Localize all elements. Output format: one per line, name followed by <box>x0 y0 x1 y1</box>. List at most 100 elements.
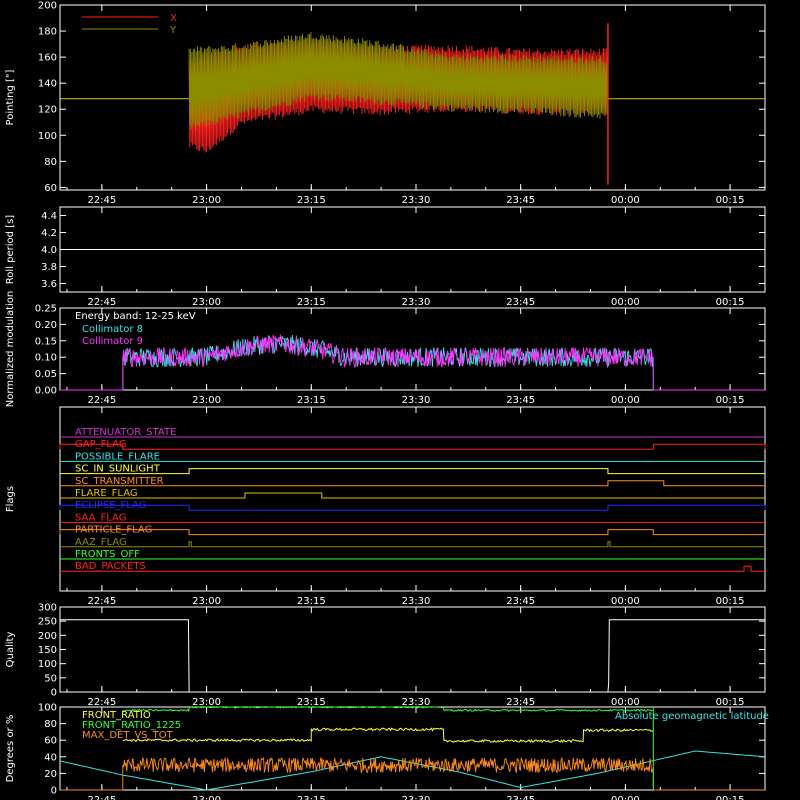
y-tick-label: 100 <box>38 659 57 670</box>
x-tick-label: 23:45 <box>506 395 535 406</box>
flag-label-bad-packets: BAD_PACKETS <box>75 561 146 572</box>
y-tick-label: 0.15 <box>35 336 57 347</box>
x-tick-label: 22:45 <box>87 596 116 607</box>
pointing-panel: 22:45 23:00 23:15 23:30 23:45 00:00 00:15 60 80 1… <box>5 1 766 206</box>
geomag-latitude-series <box>59 750 766 791</box>
x-tick-label: 00:00 <box>611 596 640 607</box>
x-tick-label: 23:30 <box>402 795 431 800</box>
y-tick-label: 80 <box>44 157 57 168</box>
legend-label-collimator-9: Collimator 9 <box>82 336 143 347</box>
y-tick-label: 180 <box>38 27 57 38</box>
x-tick-label: 23:30 <box>402 596 431 607</box>
flag-label-saa-flag: SAA_FLAG <box>75 512 126 523</box>
y-tick-label: 200 <box>38 1 57 12</box>
flag-line-sc-transmitter <box>60 480 765 487</box>
y-tick-label: 100 <box>38 703 57 714</box>
x-tick-label: 00:00 <box>611 297 640 308</box>
y-tick-label: 120 <box>38 105 57 116</box>
y-tick-label: 0.05 <box>35 369 57 380</box>
x-tick-label: 23:15 <box>297 596 326 607</box>
flag-line-sc-in-sunlight <box>60 468 765 475</box>
x-tick-label: 00:00 <box>611 195 640 206</box>
y-tick-label: 150 <box>38 645 57 656</box>
legend-label-max-det-vs-tot: MAX_DET_VS_TOT <box>82 730 174 741</box>
roll-panel: 22:45 23:00 23:15 23:30 23:45 00:00 00:15 3.6 3.… <box>5 206 766 308</box>
flag-label-particle-flag: PARTICLE_FLAG <box>75 525 152 536</box>
flag-line-aaz-flag <box>60 541 765 548</box>
y-tick-label: 140 <box>38 79 57 90</box>
x-tick-label: 00:15 <box>716 395 745 406</box>
energy-band-annotation: Energy band: 12-25 keV <box>75 311 196 322</box>
x-tick-label: 23:45 <box>506 697 535 708</box>
legend-label-y: Y <box>169 25 177 36</box>
flag-line-bad-packets <box>60 565 765 572</box>
flag-line-flare-flag <box>60 492 765 499</box>
front-ratio-series <box>122 727 654 744</box>
x-tick-label: 00:00 <box>611 697 640 708</box>
y-axis-label: Pointing ["] <box>5 69 16 125</box>
x-tick-label: 23:45 <box>506 596 535 607</box>
x-tick-label: 00:15 <box>716 195 745 206</box>
x-tick-label: 23:30 <box>402 297 431 308</box>
x-tick-label: 22:45 <box>87 795 116 800</box>
flag-line-eclipse-flag <box>59 504 766 511</box>
y-tick-label: 50 <box>44 673 57 684</box>
collimator-8-series <box>60 335 765 391</box>
legend-label-x: X <box>170 13 177 24</box>
geomag-latitude-label: Absolute geomagnetic latitude <box>615 711 769 722</box>
y-tick-label: 4.4 <box>41 211 57 222</box>
y-tick-label: 160 <box>38 53 57 64</box>
y-tick-label: 100 <box>38 131 57 142</box>
x-tick-label: 23:45 <box>506 795 535 800</box>
y-tick-label: 4.2 <box>41 228 57 239</box>
y-tick-label: 0.10 <box>35 353 57 364</box>
y-tick-label: 0 <box>51 786 57 797</box>
y-tick-label: 60 <box>44 736 57 747</box>
y-tick-label: 0.00 <box>35 386 57 397</box>
y-tick-label: 300 <box>38 603 57 614</box>
legend-label-collimator-8: Collimator 8 <box>82 324 143 335</box>
x-tick-label: 23:15 <box>297 795 326 800</box>
x-tick-label: 00:15 <box>716 297 745 308</box>
y-axis-label: Roll period [s] <box>5 215 16 284</box>
flag-label-sc-in-sunlight: SC_IN_SUNLIGHT <box>75 464 161 475</box>
flag-line-gap-flag <box>59 443 766 450</box>
x-tick-label: 23:45 <box>506 297 535 308</box>
x-tick-label: 23:00 <box>192 596 221 607</box>
flag-label-attenuator-state: ATTENUATOR_STATE <box>75 427 176 438</box>
x-tick-label: 23:45 <box>506 195 535 206</box>
y-tick-label: 20 <box>44 769 57 780</box>
y-axis-label: Flags <box>5 486 16 512</box>
y-axis-label: Degrees or % <box>5 715 16 783</box>
flag-label-eclipse-flag: ECLIPSE_FLAG <box>75 500 146 511</box>
y-tick-label: 3.8 <box>41 262 57 273</box>
x-tick-label: 22:45 <box>87 697 116 708</box>
flag-label-gap-flag: GAP_FLAG <box>75 439 127 450</box>
y-tick-label: 4.0 <box>41 245 57 256</box>
x-tick-label: 00:00 <box>611 395 640 406</box>
y-axis-label: Normalized modulation <box>5 291 16 408</box>
x-tick-label: 00:15 <box>716 697 745 708</box>
x-tick-label: 23:00 <box>192 395 221 406</box>
flag-label-fronts-off: FRONTS_OFF <box>75 549 140 560</box>
modulation-panel: 22:45 23:00 23:15 23:30 23:45 00:00 00:15 0.00 0… <box>5 291 766 408</box>
y-tick-label: 0 <box>51 688 57 699</box>
flag-label-aaz-flag: AAZ_FLAG <box>75 537 127 548</box>
rhessi-quicklook-figure: 22:45 23:00 23:15 23:30 23:45 00:00 00:15 60 80 1… <box>5 1 769 800</box>
x-tick-label: 22:45 <box>87 195 116 206</box>
flags-panel: 22:45 23:00 23:15 23:30 23:45 00:00 00:15 Flags… <box>5 406 766 607</box>
x-tick-label: 23:30 <box>402 697 431 708</box>
x-tick-label: 23:30 <box>402 195 431 206</box>
flag-label-flare-flag: FLARE_FLAG <box>75 488 138 499</box>
x-tick-label: 22:45 <box>87 395 116 406</box>
flag-label-possible-flare: POSSIBLE_FLARE <box>75 451 160 462</box>
x-tick-label: 00:00 <box>611 795 640 800</box>
quality-panel: 22:45 23:00 23:15 23:30 23:45 00:00 00:15 0 50 10… <box>5 603 766 708</box>
x-tick-label: 23:00 <box>192 195 221 206</box>
y-tick-label: 3.6 <box>41 279 57 290</box>
x-tick-label: 23:00 <box>192 297 221 308</box>
x-tick-label: 23:00 <box>192 697 221 708</box>
x-tick-label: 00:15 <box>716 596 745 607</box>
geomag-panel: 22:45 23:00 23:15 23:30 23:45 00:00 00:15 0 20 40… <box>5 703 769 800</box>
x-tick-label: 23:15 <box>297 297 326 308</box>
